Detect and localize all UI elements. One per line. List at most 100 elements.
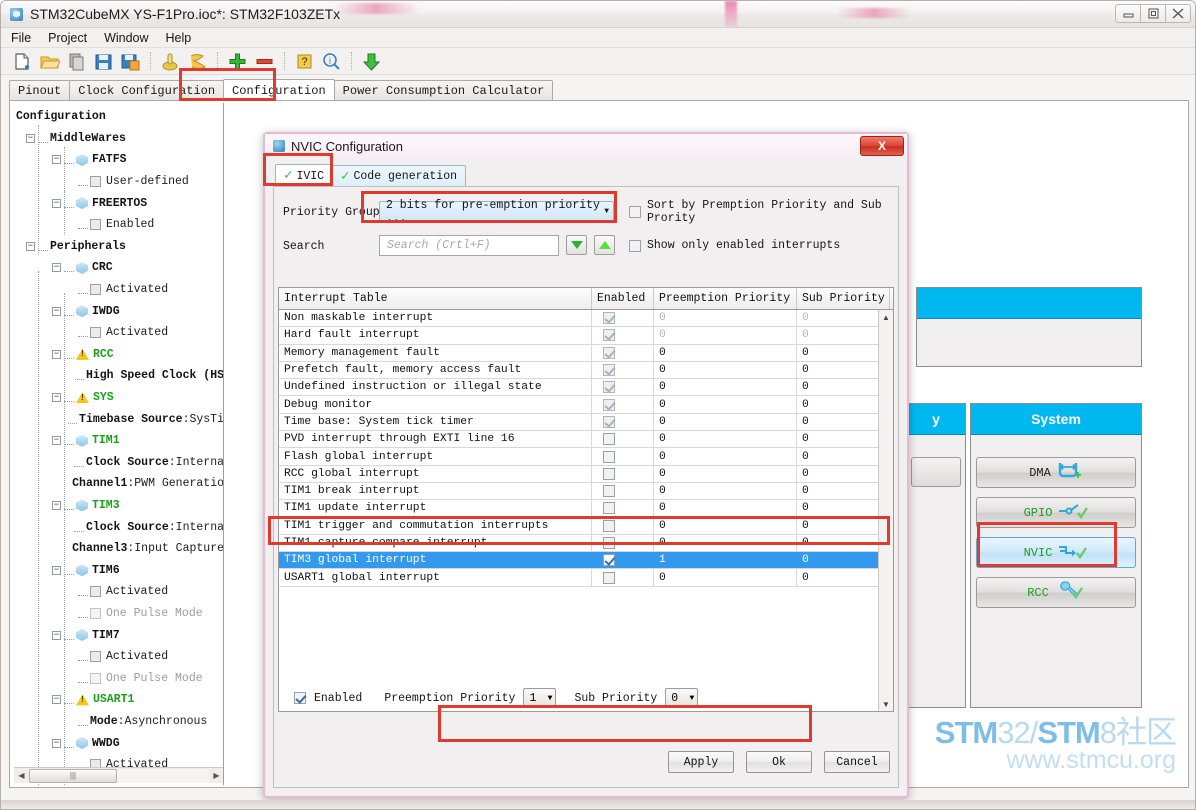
find-next-button[interactable]: [566, 235, 587, 255]
table-row[interactable]: Memory management fault 0 0: [279, 344, 893, 362]
expand-toggle-icon[interactable]: −: [52, 500, 61, 510]
cell-enabled[interactable]: [592, 396, 654, 413]
analog-peripheral-button[interactable]: [911, 457, 961, 487]
table-row[interactable]: TIM1 trigger and commutation interrupts …: [279, 517, 893, 535]
cancel-button[interactable]: Cancel: [824, 751, 890, 773]
enabled-checkbox[interactable]: [603, 381, 615, 394]
footer-enabled-checkbox[interactable]: [294, 692, 306, 704]
tree-item-middlewares[interactable]: − MiddleWares: [12, 128, 223, 150]
nvic-button[interactable]: NVIC: [976, 537, 1136, 568]
table-row[interactable]: Time base: System tick timer 0 0: [279, 413, 893, 432]
save-as-icon[interactable]: [120, 51, 141, 72]
scroll-thumb[interactable]: |||: [29, 768, 117, 783]
enabled-checkbox[interactable]: [603, 398, 615, 411]
expand-toggle-icon[interactable]: −: [52, 393, 61, 403]
table-row[interactable]: TIM1 update interrupt 0 0: [279, 500, 893, 518]
download-icon[interactable]: [361, 51, 382, 72]
tree-item-crc-activated[interactable]: Activated: [12, 279, 223, 301]
col-header-sub-priority[interactable]: Sub Priority: [797, 288, 890, 309]
checkbox[interactable]: [90, 219, 101, 231]
tree-item-freertos[interactable]: − FREERTOS: [12, 192, 223, 214]
table-row[interactable]: TIM1 break interrupt 0 0: [279, 482, 893, 501]
tab-pinout[interactable]: Pinout: [9, 80, 71, 101]
cell-enabled[interactable]: [592, 379, 654, 396]
save-icon[interactable]: [93, 51, 114, 72]
remove-icon[interactable]: [254, 51, 275, 72]
checkbox[interactable]: [90, 586, 101, 598]
tree-item-tim3-channel3[interactable]: Channel3:Input Capture: [12, 538, 223, 560]
checkbox[interactable]: [90, 176, 101, 188]
clock-icon[interactable]: [187, 51, 208, 72]
table-row-selected[interactable]: TIM3 global interrupt 1 0: [279, 552, 893, 570]
scroll-left-icon[interactable]: ◀: [14, 769, 29, 783]
cell-enabled[interactable]: [592, 361, 654, 379]
scroll-right-icon[interactable]: ▶: [209, 769, 223, 783]
tree-item-tim6[interactable]: − TIM6: [12, 559, 223, 581]
cell-enabled[interactable]: [592, 517, 654, 534]
expand-toggle-icon[interactable]: −: [52, 198, 61, 208]
expand-toggle-icon[interactable]: −: [52, 738, 61, 748]
tree-item-tim1-channel1[interactable]: Channel1:PWM Generatio: [12, 473, 223, 495]
expand-toggle-icon[interactable]: −: [52, 565, 61, 575]
tree-root-configuration[interactable]: Configuration: [12, 106, 223, 128]
enabled-checkbox[interactable]: [603, 519, 615, 532]
tree-item-tim1[interactable]: − TIM1: [12, 430, 223, 452]
sort-by-priority-checkbox[interactable]: [629, 205, 641, 218]
interrupt-table[interactable]: Interrupt Table Enabled Preemption Prior…: [278, 287, 894, 712]
cell-enabled[interactable]: [592, 413, 654, 431]
search-input[interactable]: Search (Crtl+F): [379, 235, 559, 256]
cell-enabled[interactable]: [592, 569, 654, 586]
enabled-checkbox[interactable]: [603, 554, 615, 567]
checkbox[interactable]: [90, 607, 101, 619]
tree-item-high-speed-clock[interactable]: High Speed Clock (HS: [12, 365, 223, 387]
enabled-checkbox[interactable]: [603, 312, 615, 325]
cell-enabled[interactable]: [592, 534, 654, 552]
tree-item-crc[interactable]: − CRC: [12, 257, 223, 279]
cell-enabled[interactable]: [592, 500, 654, 517]
open-project-icon[interactable]: [39, 51, 61, 72]
expand-toggle-icon[interactable]: −: [26, 241, 35, 251]
checkbox[interactable]: [90, 672, 101, 684]
tree-item-tim3-clock-source[interactable]: Clock Source :Interna: [12, 516, 223, 538]
tree-item-tim6-activated[interactable]: Activated: [12, 581, 223, 603]
scroll-track[interactable]: |||: [29, 768, 209, 783]
tab-power-consumption-calculator[interactable]: Power Consumption Calculator: [333, 80, 554, 101]
priority-group-combobox[interactable]: 2 bits for pre-emption priority ... ▼: [379, 199, 614, 225]
tab-code-generation[interactable]: ✓ Code generation: [332, 165, 467, 187]
scroll-up-icon[interactable]: ▲: [879, 310, 893, 324]
tree-item-rcc[interactable]: − RCC: [12, 344, 223, 366]
copy-icon[interactable]: [66, 51, 87, 72]
enabled-checkbox[interactable]: [603, 415, 615, 428]
close-button[interactable]: [1165, 4, 1191, 23]
tree-item-peripherals[interactable]: − Peripherals: [12, 236, 223, 258]
tree-item-tim3[interactable]: − TIM3: [12, 495, 223, 517]
enabled-checkbox[interactable]: [603, 450, 615, 463]
enabled-checkbox[interactable]: [603, 346, 615, 359]
tree-item-iwdg[interactable]: − IWDG: [12, 300, 223, 322]
table-row[interactable]: Non maskable interrupt 0 0: [279, 310, 893, 328]
tree-item-tim7[interactable]: − TIM7: [12, 624, 223, 646]
col-header-interrupt-table[interactable]: Interrupt Table: [279, 288, 592, 309]
help-icon[interactable]: ?: [294, 51, 315, 72]
expand-toggle-icon[interactable]: −: [52, 630, 61, 640]
enabled-checkbox[interactable]: [603, 433, 615, 446]
table-row[interactable]: Flash global interrupt 0 0: [279, 448, 893, 466]
tree-item-enabled[interactable]: Enabled: [12, 214, 223, 236]
apply-button[interactable]: Apply: [668, 751, 734, 773]
cell-enabled[interactable]: [592, 552, 654, 569]
expand-toggle-icon[interactable]: −: [52, 349, 61, 359]
enabled-checkbox[interactable]: [603, 485, 615, 498]
sub-priority-select[interactable]: 0 ▼: [665, 688, 699, 708]
window-controls[interactable]: [1115, 4, 1191, 23]
find-prev-button[interactable]: [594, 235, 615, 255]
menu-window[interactable]: Window: [104, 31, 148, 45]
tree-item-sys[interactable]: − SYS: [12, 387, 223, 409]
cell-enabled[interactable]: [592, 310, 654, 327]
dialog-close-button[interactable]: X: [860, 136, 904, 156]
tree-item-tim7-activated[interactable]: Activated: [12, 646, 223, 668]
maximize-button[interactable]: [1140, 4, 1166, 23]
add-icon[interactable]: [227, 51, 248, 72]
col-header-preemption-priority[interactable]: Preemption Priority: [654, 288, 797, 309]
tab-clock-configuration[interactable]: Clock Configuration: [69, 80, 225, 101]
cell-enabled[interactable]: [592, 465, 654, 482]
